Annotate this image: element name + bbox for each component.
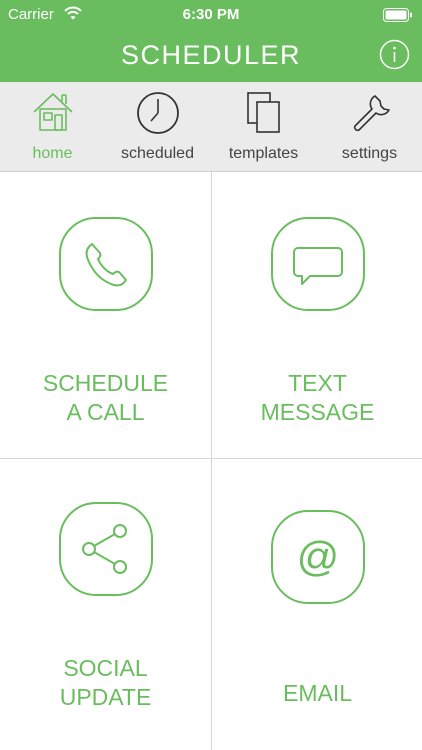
at-sign-icon: @: [270, 510, 365, 604]
social-update-label-line1: SOCIAL: [63, 655, 148, 681]
social-update-label-line2: UPDATE: [59, 684, 152, 710]
tab-bar: home scheduled templates settings: [0, 82, 422, 172]
text-message-button[interactable]: TEXT MESSAGE: [212, 172, 422, 458]
share-icon: [58, 502, 153, 596]
status-time: 6:30 PM: [182, 6, 240, 23]
tab-home[interactable]: home: [0, 82, 105, 172]
app-title: SCHEDULER: [120, 40, 302, 70]
tab-label: scheduled: [121, 145, 194, 162]
house-icon: [32, 93, 73, 131]
tab-label: settings: [341, 145, 398, 162]
info-button[interactable]: [379, 39, 410, 70]
social-update-button[interactable]: SOCIAL UPDATE: [0, 459, 211, 750]
clock-icon: [136, 92, 179, 134]
text-message-label-line2: MESSAGE: [260, 399, 375, 425]
tab-label: home: [32, 145, 73, 162]
schedule-call-label-line1: SCHEDULE: [42, 370, 169, 396]
email-label: EMAIL: [282, 680, 353, 706]
tab-settings[interactable]: settings: [317, 82, 422, 172]
schedule-call-button[interactable]: SCHEDULE A CALL: [0, 172, 211, 458]
tab-templates[interactable]: templates: [211, 82, 316, 172]
battery-icon: [383, 8, 412, 22]
status-bar: Carrier 6:30 PM: [0, 0, 422, 30]
text-message-label-line1: TEXT: [288, 370, 347, 396]
speech-bubble-icon: [270, 217, 365, 311]
schedule-call-label-line2: A CALL: [66, 399, 145, 425]
svg-text:@: @: [296, 533, 339, 580]
header-bar: Carrier 6:30 PM SCHEDULER: [0, 0, 422, 82]
grid-divider-vertical: [211, 172, 212, 750]
documents-icon: [246, 92, 280, 133]
grid-divider-horizontal: [0, 458, 422, 459]
tab-scheduled[interactable]: scheduled: [105, 82, 210, 172]
phone-icon: [58, 217, 153, 311]
email-button[interactable]: @ EMAIL: [212, 459, 422, 750]
tab-label: templates: [228, 145, 299, 162]
wrench-icon: [353, 95, 390, 132]
